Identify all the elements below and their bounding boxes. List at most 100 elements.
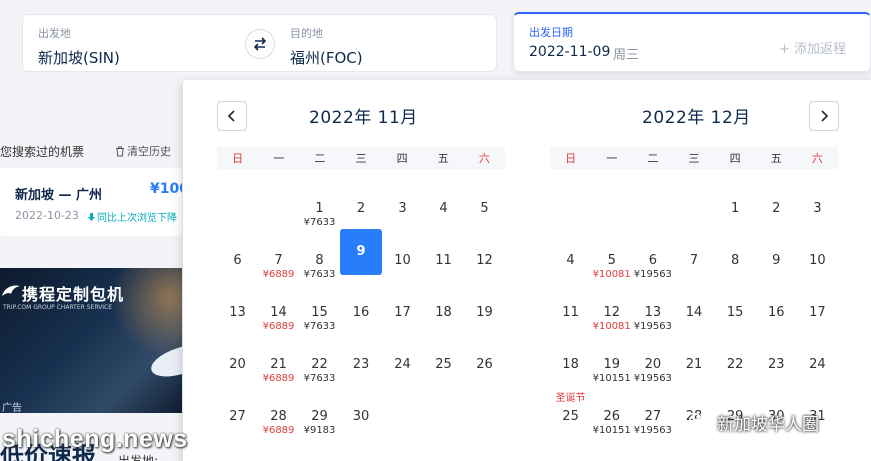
- swap-button[interactable]: [245, 29, 275, 59]
- day-number: 20: [229, 357, 246, 372]
- calendar-day[interactable]: 29 ¥9183: [299, 383, 340, 436]
- history-item[interactable]: 新加坡 — 广州 ¥100 2022-10-23 同比上次浏览下降: [0, 168, 182, 236]
- calendar-day[interactable]: 12 ¥10081: [591, 279, 632, 332]
- day-number: 4: [439, 201, 448, 216]
- chevron-right-icon: [821, 110, 829, 122]
- calendar-day[interactable]: 圣诞节 25: [550, 383, 591, 435]
- calendar-day[interactable]: 19: [464, 279, 505, 331]
- calendar-day-selected[interactable]: 9: [340, 229, 382, 275]
- add-return-button[interactable]: + 添加返程: [779, 38, 846, 57]
- calendar-day[interactable]: 18: [423, 279, 464, 331]
- weekday-label: 二: [647, 152, 659, 165]
- next-month-button[interactable]: [809, 101, 839, 131]
- day-number: 12: [603, 305, 620, 320]
- swap-icon: [253, 37, 267, 51]
- calendar-day[interactable]: 26 ¥10151: [591, 383, 632, 436]
- calendar-day[interactable]: 9: [756, 227, 797, 279]
- watermark-site: shicheng.news: [2, 425, 188, 453]
- day-number: 29: [311, 409, 328, 424]
- calendar-day[interactable]: 22: [715, 331, 756, 383]
- history-price-trend: 同比上次浏览下降: [87, 209, 177, 224]
- calendar-day[interactable]: 25: [423, 331, 464, 383]
- day-number: 26: [476, 357, 493, 372]
- day-price-low: ¥6889: [262, 425, 295, 436]
- day-price: ¥9183: [303, 425, 336, 436]
- day-number: 17: [394, 305, 411, 320]
- calendar-day[interactable]: 3: [382, 175, 423, 227]
- calendar-day[interactable]: 19 ¥10151: [591, 331, 632, 384]
- departure-date-field[interactable]: 出发日期 2022-11-09 周三 + 添加返程: [513, 12, 871, 72]
- weekday-label: 一: [273, 152, 285, 165]
- trash-icon: [116, 146, 124, 156]
- calendar-day[interactable]: 5 ¥10081: [591, 227, 632, 280]
- calendar-day[interactable]: 2: [756, 175, 797, 227]
- destination-label: 目的地: [290, 27, 323, 40]
- calendar-day[interactable]: 2: [340, 175, 382, 227]
- empty-day-cell: [673, 175, 714, 227]
- day-number: 24: [394, 357, 411, 372]
- calendar-day[interactable]: 18: [550, 331, 591, 383]
- calendar-day[interactable]: 1 ¥7633: [299, 175, 340, 228]
- calendar-day[interactable]: 7 ¥6889: [258, 227, 299, 280]
- calendar-day[interactable]: 16: [756, 279, 797, 331]
- calendar-day[interactable]: 12: [464, 227, 505, 279]
- calendar-day[interactable]: 24: [382, 331, 423, 383]
- empty-day-cell: [632, 175, 673, 227]
- calendar-day[interactable]: 11: [550, 279, 591, 331]
- destination-value[interactable]: 福州(FOC): [290, 47, 363, 68]
- calendar-day[interactable]: 17: [382, 279, 423, 331]
- calendar-day[interactable]: 6: [217, 227, 258, 279]
- calendar-day[interactable]: 26: [464, 331, 505, 383]
- calendar-day[interactable]: 5: [464, 175, 505, 227]
- calendar-day[interactable]: 4: [550, 227, 591, 279]
- calendar-day[interactable]: 10: [382, 227, 423, 279]
- calendar-day[interactable]: 8: [715, 227, 756, 279]
- day-grid: 1 2 3 4 5 ¥10081 6 ¥19563 7 8 9 10 11 12 ¥10081 13 ¥1956…: [550, 175, 838, 436]
- calendar-day[interactable]: 13 ¥19563: [632, 279, 673, 332]
- calendar-day[interactable]: 28 ¥6889: [258, 383, 299, 436]
- calendar-day[interactable]: 17: [797, 279, 838, 331]
- calendar-day[interactable]: 21 ¥6889: [258, 331, 299, 384]
- calendar-day[interactable]: 22 ¥7633: [299, 331, 340, 384]
- day-number: 18: [435, 305, 452, 320]
- calendar-day[interactable]: 1: [715, 175, 756, 227]
- calendar-day[interactable]: 7: [673, 227, 714, 279]
- calendar-day[interactable]: 20 ¥19563: [632, 331, 673, 384]
- calendar-day[interactable]: 11: [423, 227, 464, 279]
- calendar-day[interactable]: 21: [673, 331, 714, 383]
- calendar-day[interactable]: 14: [673, 279, 714, 331]
- calendar-day[interactable]: 20: [217, 331, 258, 383]
- calendar-day[interactable]: 27 ¥19563: [632, 383, 673, 436]
- calendar-day[interactable]: 30: [340, 383, 382, 435]
- calendar-day[interactable]: 10: [797, 227, 838, 279]
- calendar-day[interactable]: 3: [797, 175, 838, 227]
- calendar-day[interactable]: 15: [715, 279, 756, 331]
- departure-field[interactable]: 出发地 新加坡(SIN): [38, 25, 120, 68]
- watermark-channel: 新加坡华人圈: [683, 410, 819, 435]
- calendar-day[interactable]: 23: [340, 331, 382, 383]
- empty-day-cell: [550, 175, 591, 227]
- calendar-day[interactable]: 14 ¥6889: [258, 279, 299, 332]
- calendar-day[interactable]: 23: [756, 331, 797, 383]
- watermark-channel-name: 新加坡华人圈: [717, 415, 819, 435]
- calendar-day[interactable]: 27: [217, 383, 258, 435]
- calendar-day[interactable]: 8 ¥7633: [299, 227, 340, 280]
- ad-title: 携程定制包机: [22, 285, 125, 304]
- departure-date-value[interactable]: 2022-11-09: [529, 44, 610, 60]
- calendar-day[interactable]: 4: [423, 175, 464, 227]
- destination-field[interactable]: 目的地 福州(FOC): [290, 25, 363, 68]
- calendar-day[interactable]: 15 ¥7633: [299, 279, 340, 332]
- ad-banner[interactable]: 携程定制包机 TRIP.COM GROUP CHARTER SERVICE 广告: [0, 268, 182, 413]
- day-number: 10: [809, 253, 826, 268]
- calendar-day[interactable]: 6 ¥19563: [632, 227, 673, 280]
- calendar-day[interactable]: 13: [217, 279, 258, 331]
- clear-history-button[interactable]: 清空历史: [115, 143, 171, 159]
- day-number: 15: [311, 305, 328, 320]
- empty-day-cell: [217, 175, 258, 227]
- calendar-day[interactable]: 16: [340, 279, 382, 331]
- calendar-day[interactable]: 24: [797, 331, 838, 383]
- prev-month-button[interactable]: [217, 101, 247, 131]
- day-number: 2: [772, 201, 781, 216]
- day-price: ¥19563: [633, 425, 672, 436]
- departure-value[interactable]: 新加坡(SIN): [38, 47, 120, 68]
